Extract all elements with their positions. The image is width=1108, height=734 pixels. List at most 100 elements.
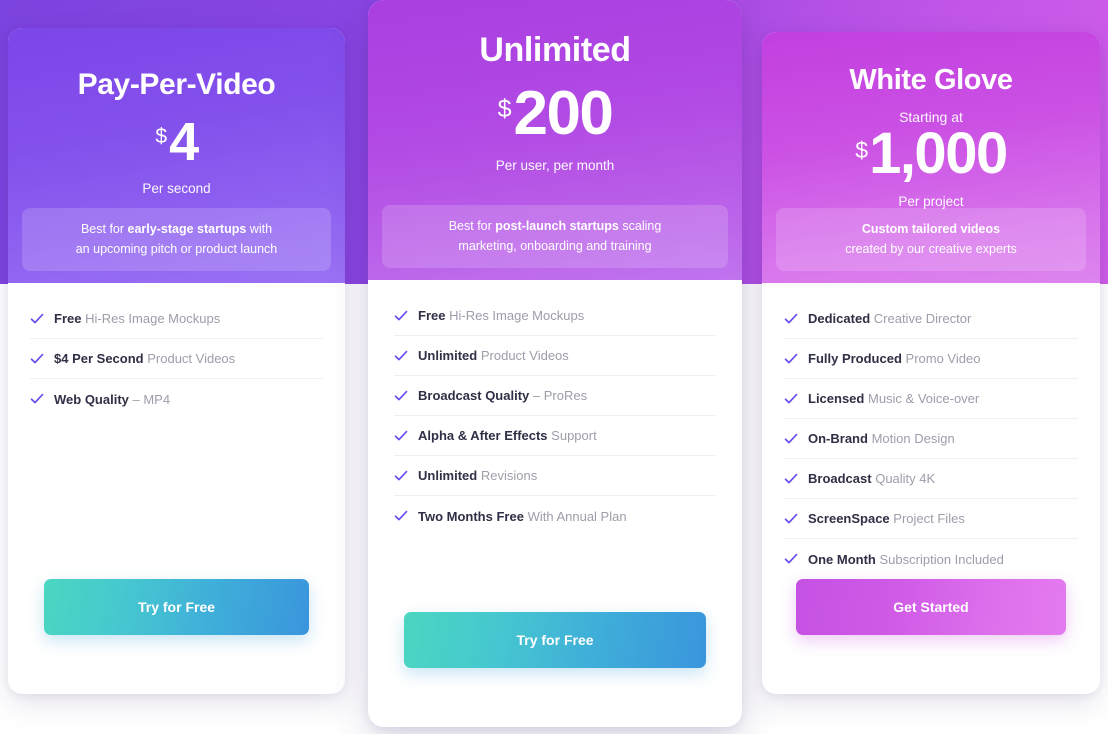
feature-text: Web Quality – MP4 bbox=[54, 392, 170, 407]
check-icon bbox=[784, 512, 798, 526]
feature-strong: Two Months Free bbox=[418, 508, 524, 524]
check-icon bbox=[784, 432, 798, 446]
feature-item: Broadcast Quality – ProRes bbox=[394, 376, 716, 416]
check-icon bbox=[394, 469, 408, 483]
check-icon bbox=[784, 392, 798, 406]
price-row: $4 bbox=[26, 112, 327, 172]
cta-button-pay-per-video[interactable]: Try for Free bbox=[44, 579, 309, 635]
feature-rest: Subscription Included bbox=[879, 551, 1004, 567]
best-for-highlight: post-launch startups bbox=[495, 218, 619, 233]
feature-text: Licensed Music & Voice-over bbox=[808, 391, 979, 406]
cta-button-white-glove[interactable]: Get Started bbox=[796, 579, 1066, 635]
feature-strong: Unlimited bbox=[418, 348, 478, 363]
feature-item: Licensed Music & Voice-over bbox=[784, 379, 1078, 419]
best-for-box: Best for early-stage startups with an upc… bbox=[22, 207, 331, 271]
price-period-label: Per second bbox=[142, 181, 211, 197]
feature-list: Dedicated Creative Director Fully Produce… bbox=[762, 283, 1100, 579]
feature-text: Broadcast Quality – ProRes bbox=[418, 388, 587, 403]
feature-rest: Product Videos bbox=[480, 348, 569, 363]
price-amount: 4 bbox=[169, 112, 199, 172]
best-for-highlight: Custom tailored videos bbox=[861, 221, 1001, 236]
cta-button-unlimited[interactable]: Try for Free bbox=[404, 612, 706, 668]
feature-strong: Web Quality bbox=[54, 391, 129, 407]
best-for-prefix: Best for bbox=[448, 218, 496, 233]
feature-text: Unlimited Revisions bbox=[418, 468, 537, 483]
currency-symbol: $ bbox=[497, 95, 512, 123]
feature-strong: Broadcast Quality bbox=[418, 388, 530, 403]
feature-rest: Music & Voice-over bbox=[867, 391, 980, 406]
feature-text: Free Hi-Res Image Mockups bbox=[418, 308, 584, 323]
price-amount: 1,000 bbox=[869, 121, 1008, 186]
best-for-box: Custom tailored videos created by our cre… bbox=[776, 207, 1086, 271]
feature-strong: On-Brand bbox=[808, 431, 868, 446]
feature-item: On-Brand Motion Design bbox=[784, 419, 1078, 459]
feature-strong: ScreenSpace bbox=[808, 511, 890, 526]
feature-rest: Product Videos bbox=[147, 351, 236, 366]
card-header-unlimited: Unlimited $200 Per user, per month Best for… bbox=[368, 0, 742, 280]
feature-text: One Month Subscription Included bbox=[808, 552, 1004, 567]
feature-item: Web Quality – MP4 bbox=[30, 379, 323, 419]
feature-rest: Support bbox=[551, 428, 597, 443]
price-period-label: Per project bbox=[898, 193, 964, 209]
feature-text: Fully Produced Promo Video bbox=[808, 351, 980, 366]
best-for-line2: created by our creative experts bbox=[845, 242, 1017, 257]
check-icon bbox=[30, 312, 44, 326]
feature-text: ScreenSpace Project Files bbox=[808, 511, 965, 526]
feature-rest: Quality 4K bbox=[875, 471, 936, 486]
feature-strong: Dedicated bbox=[808, 311, 871, 326]
best-for-suffix: with bbox=[246, 221, 273, 236]
plan-name: White Glove bbox=[849, 64, 1013, 96]
feature-item: Free Hi-Res Image Mockups bbox=[394, 296, 716, 336]
feature-item: Alpha & After Effects Support bbox=[394, 416, 716, 456]
feature-text: Unlimited Product Videos bbox=[418, 348, 569, 363]
feature-rest: – ProRes bbox=[532, 388, 588, 403]
pricing-cards-container: Pay-Per-Video $4 Per second Best for early-… bbox=[0, 0, 1108, 734]
feature-text: Two Months Free With Annual Plan bbox=[418, 509, 627, 524]
feature-rest: – MP4 bbox=[132, 391, 171, 407]
check-icon bbox=[394, 389, 408, 403]
check-icon bbox=[784, 472, 798, 486]
feature-strong: Fully Produced bbox=[808, 351, 902, 366]
feature-item: Dedicated Creative Director bbox=[784, 299, 1078, 339]
best-for-line2: an upcoming pitch or product launch bbox=[75, 242, 278, 257]
feature-item: Free Hi-Res Image Mockups bbox=[30, 299, 323, 339]
pricing-card-pay-per-video: Pay-Per-Video $4 Per second Best for early-… bbox=[8, 28, 345, 694]
feature-text: Free Hi-Res Image Mockups bbox=[54, 311, 220, 326]
feature-strong: One Month bbox=[808, 551, 876, 567]
feature-item: One Month Subscription Included bbox=[784, 539, 1078, 579]
currency-symbol: $ bbox=[855, 137, 869, 163]
feature-strong: Licensed bbox=[808, 391, 865, 406]
best-for-highlight: early-stage startups bbox=[127, 221, 247, 236]
feature-strong: Broadcast bbox=[808, 471, 872, 486]
feature-strong: Alpha & After Effects bbox=[418, 428, 548, 443]
feature-text: Alpha & After Effects Support bbox=[418, 428, 597, 443]
price-row: $200 bbox=[386, 83, 724, 145]
check-icon bbox=[30, 392, 44, 406]
feature-rest: Project Files bbox=[893, 511, 965, 526]
check-icon bbox=[784, 352, 798, 366]
card-header-white-glove: White Glove Starting at $1,000 Per project C… bbox=[762, 32, 1100, 283]
feature-text: Dedicated Creative Director bbox=[808, 311, 971, 326]
feature-rest: Hi-Res Image Mockups bbox=[85, 311, 221, 326]
feature-list: Free Hi-Res Image Mockups Unlimited Produ… bbox=[368, 280, 742, 536]
check-icon bbox=[394, 509, 408, 523]
price-row: $1,000 bbox=[780, 121, 1082, 186]
check-icon bbox=[784, 312, 798, 326]
plan-name: Unlimited bbox=[479, 31, 631, 69]
card-header-pay-per-video: Pay-Per-Video $4 Per second Best for early-… bbox=[8, 28, 345, 283]
feature-rest: Creative Director bbox=[873, 311, 972, 326]
feature-item: Unlimited Product Videos bbox=[394, 336, 716, 376]
check-icon bbox=[394, 309, 408, 323]
feature-list: Free Hi-Res Image Mockups $4 Per Second P… bbox=[8, 283, 345, 419]
check-icon bbox=[30, 352, 44, 366]
feature-rest: Promo Video bbox=[905, 351, 981, 366]
feature-strong: Free bbox=[418, 308, 446, 323]
feature-strong: $4 Per Second bbox=[54, 351, 144, 366]
best-for-box: Best for post-launch startups scaling mar… bbox=[382, 204, 728, 268]
check-icon bbox=[394, 349, 408, 363]
feature-strong: Free bbox=[54, 311, 82, 326]
check-icon bbox=[784, 552, 798, 566]
feature-rest: Hi-Res Image Mockups bbox=[449, 308, 585, 323]
feature-rest: Motion Design bbox=[871, 431, 955, 446]
feature-text: $4 Per Second Product Videos bbox=[54, 351, 235, 366]
